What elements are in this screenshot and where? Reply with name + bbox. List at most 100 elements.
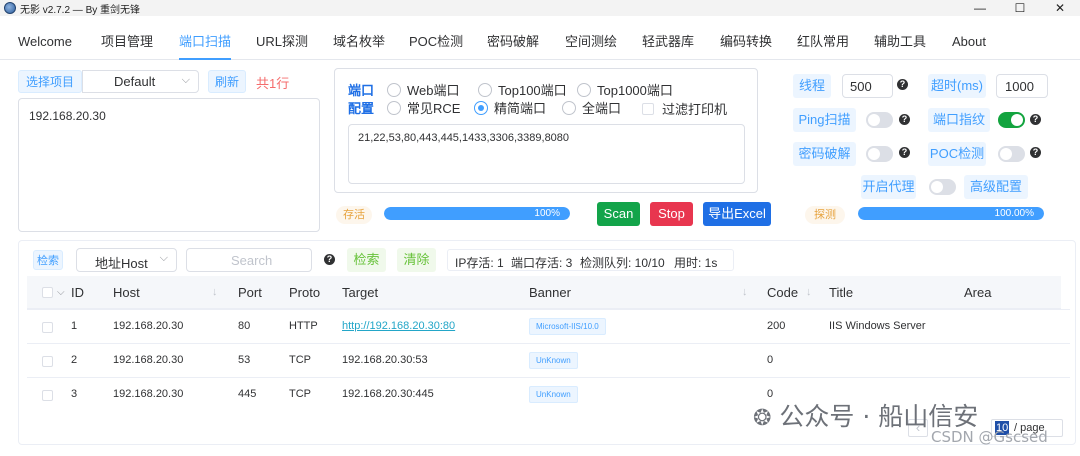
maximize-button[interactable]: ☐ (1000, 0, 1040, 16)
radio-common-rce[interactable]: 常见RCE (387, 98, 460, 117)
password-crack-switch[interactable] (866, 146, 893, 162)
stat-port-alive: 端口存活: 3 (511, 256, 573, 270)
cell-id: 3 (71, 388, 78, 400)
search-input[interactable]: Search (186, 248, 312, 272)
menu-aux-tools[interactable]: 辅助工具 (874, 26, 926, 60)
cell-title: IIS Windows Server (829, 320, 926, 332)
col-title[interactable]: Title (829, 276, 853, 309)
row-checkbox[interactable] (42, 390, 53, 401)
cell-target-link[interactable]: http://192.168.20.30:80 (342, 310, 455, 343)
scan-button[interactable]: Scan (597, 202, 640, 226)
config-label: 配置 (348, 101, 375, 116)
threads-input[interactable]: 500 (842, 74, 893, 98)
host-sort-icon[interactable]: ↓ (212, 276, 218, 309)
ping-help-icon[interactable]: ? (899, 114, 910, 125)
row-checkbox[interactable] (42, 356, 53, 367)
cell-host: 192.168.20.30 (113, 388, 184, 400)
search-help-icon[interactable]: ? (324, 254, 335, 265)
stat-time: 用时: 1s (674, 256, 718, 270)
menu-space-mapping[interactable]: 空间测绘 (565, 26, 617, 60)
col-area[interactable]: Area (964, 276, 991, 309)
code-sort-icon[interactable]: ↓ (806, 276, 812, 309)
csdn-watermark: CSDN @Gscsed (931, 428, 1048, 446)
cell-code: 0 (767, 354, 774, 366)
port-fingerprint-switch[interactable] (998, 112, 1025, 128)
menu-red-team[interactable]: 红队常用 (797, 26, 849, 60)
main-menu: Welcome 项目管理 端口扫描 URL探测 域名枚举 POC检测 密码破解 … (0, 26, 1080, 60)
menu-password-crack[interactable]: 密码破解 (487, 26, 539, 60)
checkbox-square (642, 102, 654, 115)
radio-top100-ports[interactable]: Top100端口 (478, 80, 567, 99)
ping-scan-switch[interactable] (866, 112, 893, 128)
menu-encoding[interactable]: 编码转换 (720, 26, 772, 60)
col-banner[interactable]: Banner (529, 276, 571, 309)
threads-value: 500 (850, 79, 872, 94)
cell-port: 80 (238, 320, 251, 332)
app-logo-icon (4, 2, 16, 14)
col-proto[interactable]: Proto (289, 276, 320, 309)
col-code[interactable]: Code (767, 276, 798, 309)
cell-code: 200 (767, 320, 786, 332)
radio-circle-selected (474, 100, 488, 115)
advanced-config-button[interactable]: 高级配置 (964, 175, 1028, 199)
ping-scan-label: Ping扫描 (793, 108, 856, 132)
stop-button[interactable]: Stop (650, 202, 693, 226)
banner-sort-icon[interactable]: ↓ (742, 276, 748, 309)
radio-top1000-ports[interactable]: Top1000端口 (577, 80, 673, 99)
menu-domain-enum[interactable]: 域名枚举 (333, 26, 385, 60)
menu-project-management[interactable]: 项目管理 (101, 26, 153, 60)
menu-url-probe[interactable]: URL探测 (256, 26, 308, 60)
select-project-label: 选择项目 (18, 70, 82, 93)
enable-proxy-switch[interactable] (929, 179, 956, 195)
cell-target: 192.168.20.30:53 (342, 354, 428, 366)
radio-circle (562, 100, 576, 115)
cell-banner-badge: UnKnown (529, 385, 578, 403)
export-excel-button[interactable]: 导出Excel (703, 202, 771, 226)
col-port[interactable]: Port (238, 276, 262, 309)
menu-about[interactable]: About (952, 26, 986, 60)
threads-label: 线程 (793, 74, 831, 98)
refresh-button[interactable]: 刷新 (208, 70, 246, 93)
col-target[interactable]: Target (342, 276, 378, 309)
detect-tag: 探测 (805, 206, 845, 224)
cell-banner-badge: Microsoft-IIS/10.0 (529, 317, 606, 335)
timeout-value: 1000 (1005, 79, 1034, 94)
minimize-button[interactable]: — (960, 0, 1000, 16)
port-list-input[interactable]: 21,22,53,80,443,445,1433,3306,3389,8080 (348, 124, 745, 184)
menu-light-arsenal[interactable]: 轻武器库 (642, 26, 694, 60)
select-all-checkbox[interactable] (42, 287, 53, 298)
menu-port-scan[interactable]: 端口扫描 (179, 26, 232, 60)
stats-bar: IP存活: 1 端口存活: 3 检测队列: 10/10 用时: 1s (447, 249, 734, 271)
port-fingerprint-label: 端口指纹 (928, 108, 990, 132)
radio-circle (478, 82, 492, 97)
search-button[interactable]: 检索 (347, 248, 386, 272)
poc-check-switch[interactable] (998, 146, 1025, 162)
filter-printer-checkbox[interactable]: 过滤打印机 (642, 99, 727, 118)
menu-welcome[interactable]: Welcome (18, 26, 72, 60)
target-input[interactable]: 192.168.20.30 (18, 98, 320, 232)
timeout-input[interactable]: 1000 (996, 74, 1048, 98)
alive-progress-bar: 100% (384, 207, 570, 220)
fingerprint-help-icon[interactable]: ? (1030, 114, 1041, 125)
close-button[interactable]: ✕ (1040, 0, 1080, 16)
poc-help-icon[interactable]: ? (1030, 147, 1041, 158)
row-checkbox[interactable] (42, 322, 53, 333)
radio-all-ports[interactable]: 全端口 (562, 98, 621, 117)
detect-progress-bar: 100.00% (858, 207, 1044, 220)
project-select[interactable]: Default ⌵ (82, 70, 199, 93)
radio-lite-ports[interactable]: 精简端口 (474, 98, 546, 117)
table-row[interactable]: 1 192.168.20.30 80 HTTP http://192.168.2… (27, 309, 1070, 343)
timeout-label: 超时(ms) (928, 74, 986, 98)
threads-help-icon[interactable]: ? (897, 79, 908, 90)
col-host[interactable]: Host (113, 276, 140, 309)
col-id[interactable]: ID (71, 276, 84, 309)
radio-web-ports[interactable]: Web端口 (387, 80, 460, 99)
menu-poc-check[interactable]: POC检测 (409, 26, 463, 60)
watermark-brand: 公众号 · 船山信安 (779, 402, 979, 431)
crack-help-icon[interactable]: ? (899, 147, 910, 158)
table-row[interactable]: 2 192.168.20.30 53 TCP 192.168.20.30:53 … (27, 343, 1070, 377)
cell-proto: HTTP (289, 320, 318, 332)
sort-chevron-icon[interactable]: ⌵ (57, 276, 65, 309)
search-field-select[interactable]: 地址Host ⌵ (76, 248, 177, 272)
clear-button[interactable]: 清除 (397, 248, 436, 272)
